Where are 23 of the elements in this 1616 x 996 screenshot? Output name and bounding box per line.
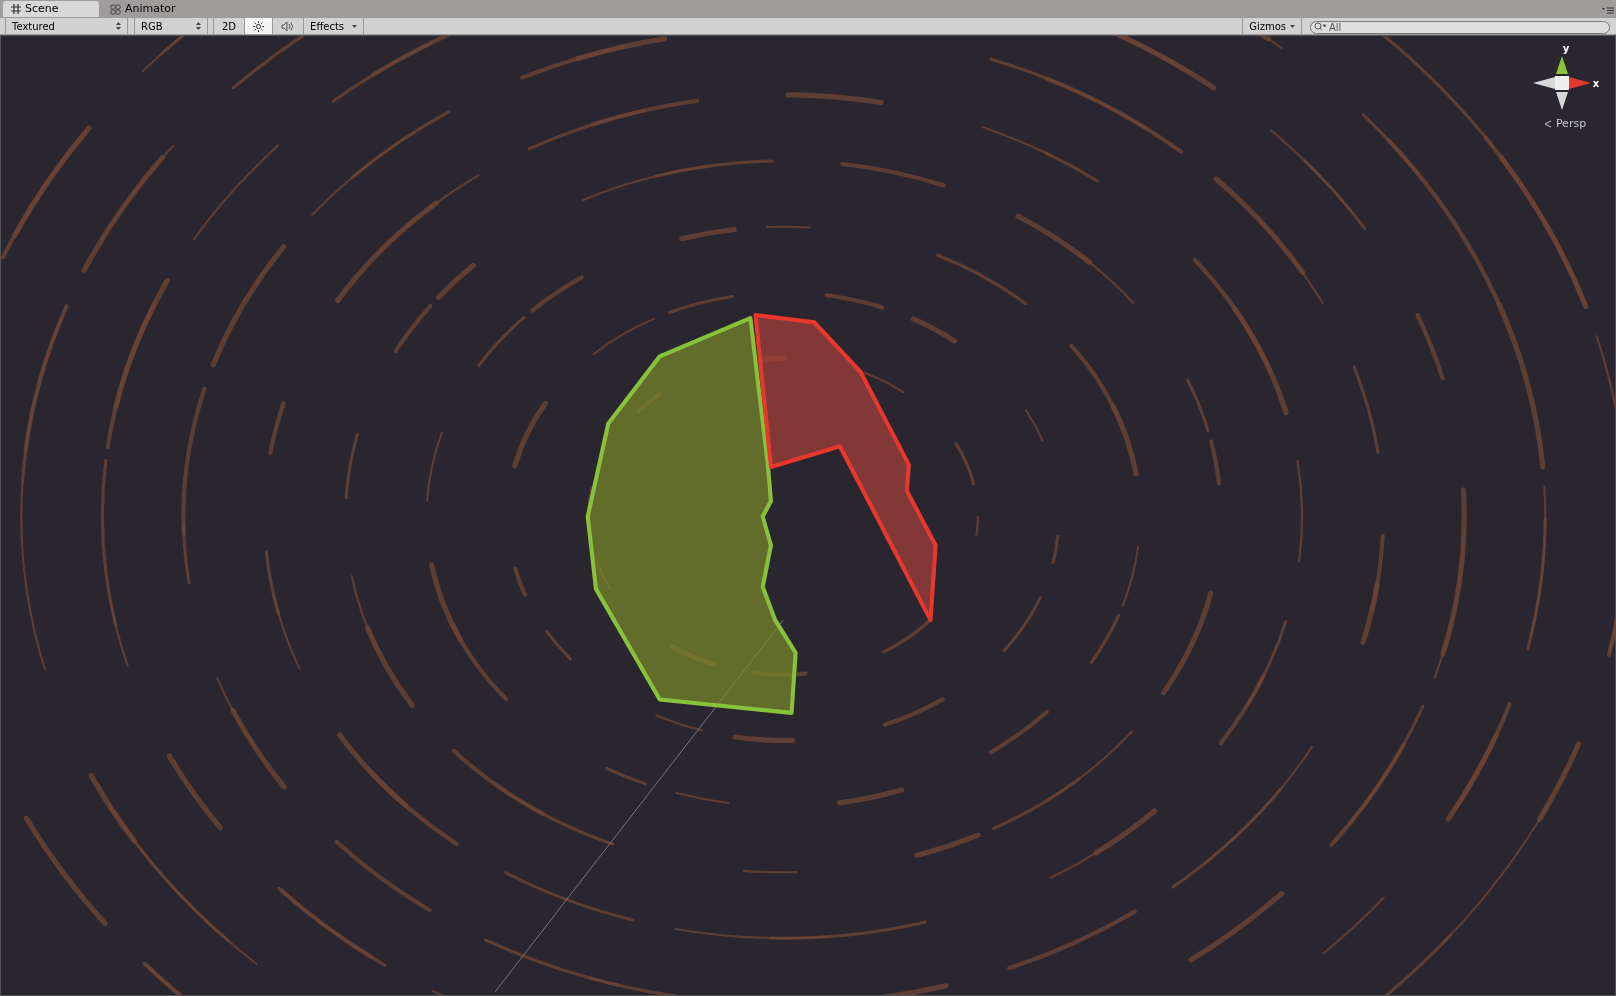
- scene-viewport[interactable]: y x Persp: [0, 35, 1616, 996]
- search-field[interactable]: All: [1310, 20, 1610, 34]
- menu-icon[interactable]: [1602, 7, 1614, 14]
- x-axis-label: x: [1592, 76, 1600, 91]
- effects-dropdown[interactable]: Effects: [304, 18, 365, 34]
- gizmos-dropdown[interactable]: Gizmos: [1242, 18, 1302, 34]
- y-axis-label: y: [1562, 44, 1570, 54]
- speaker-icon: [281, 20, 296, 32]
- render-mode-dropdown[interactable]: RGB: [134, 18, 208, 34]
- caret-icon: [1290, 24, 1295, 28]
- updown-icon: [196, 22, 201, 30]
- projection-toggle[interactable]: Persp: [1543, 116, 1587, 133]
- tab[interactable]: Animator: [102, 1, 198, 17]
- chevron-icon: [1543, 120, 1552, 129]
- nodes-icon: [110, 3, 121, 15]
- sun-icon: [253, 20, 265, 32]
- search-icon: [1314, 21, 1326, 31]
- grid-icon: [11, 4, 21, 14]
- draw-mode-dropdown[interactable]: Textured: [6, 18, 128, 34]
- tab[interactable]: Scene: [3, 1, 99, 17]
- updown-icon: [116, 22, 121, 30]
- caret-icon: [352, 24, 358, 28]
- lighting-toggle[interactable]: [245, 18, 274, 34]
